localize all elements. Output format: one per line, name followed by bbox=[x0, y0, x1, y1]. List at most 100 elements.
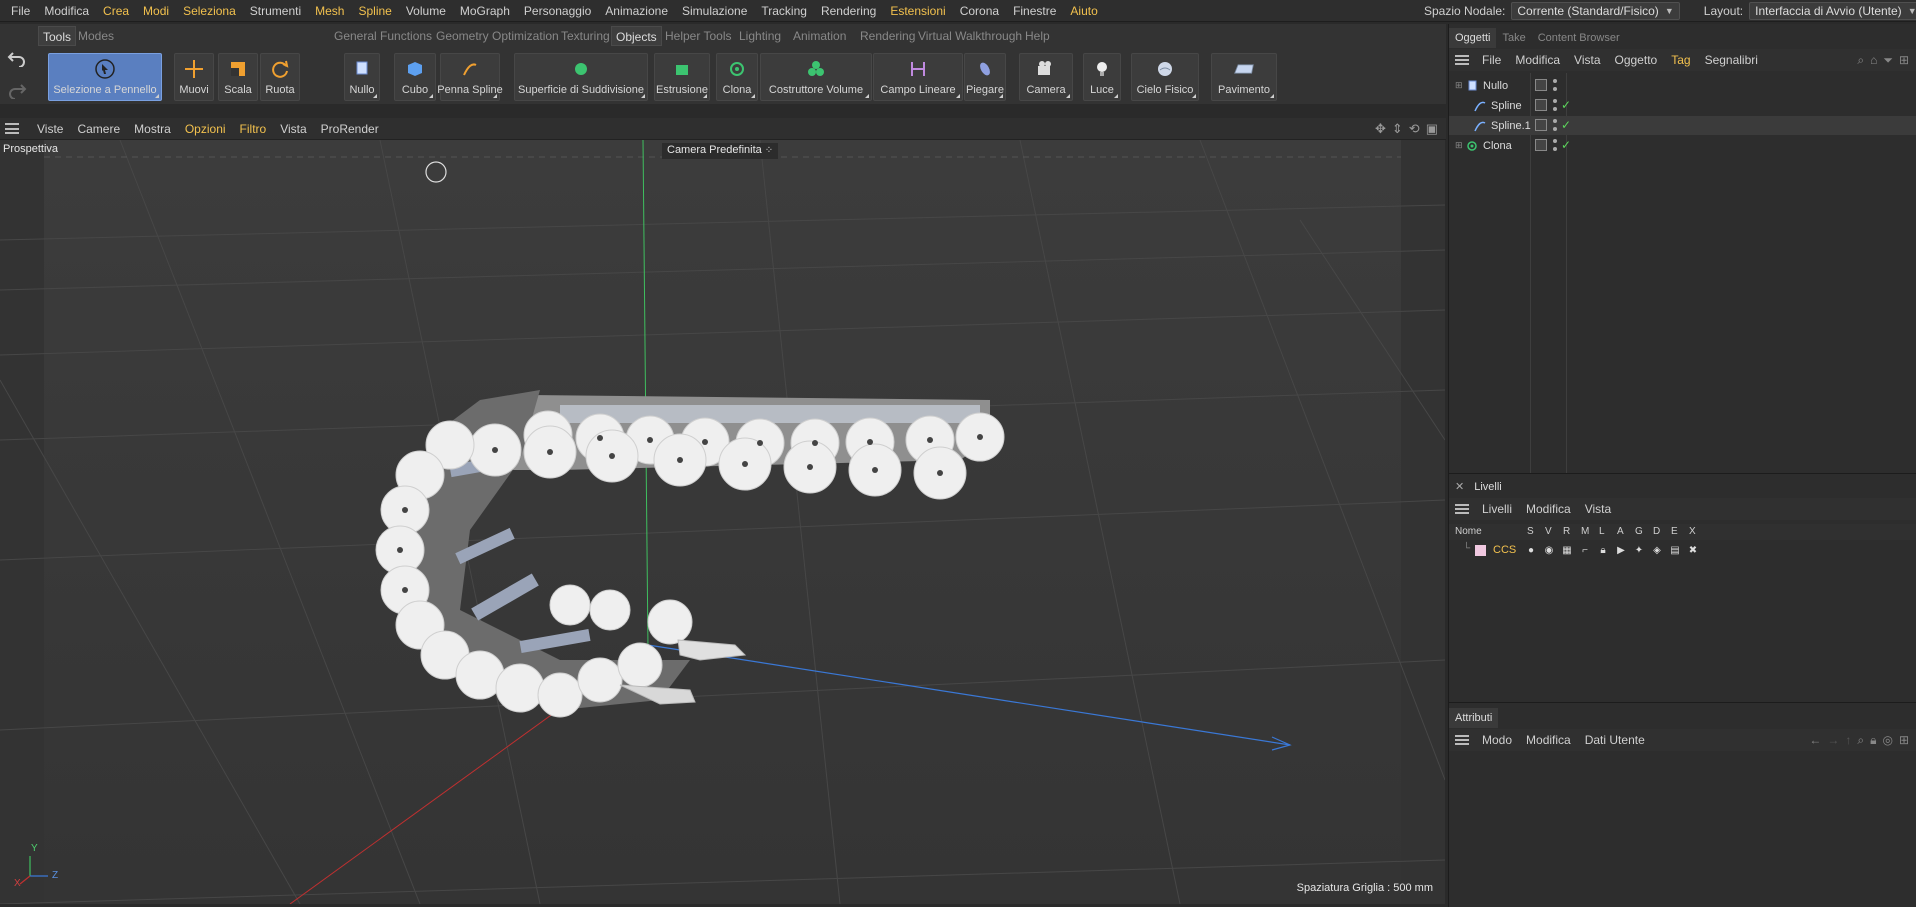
lock-icon[interactable]: 🔒︎ bbox=[1870, 733, 1876, 748]
layers-col-s[interactable]: S bbox=[1527, 526, 1534, 537]
menu-simulazione[interactable]: Simulazione bbox=[675, 0, 754, 22]
layers-col-e[interactable]: E bbox=[1671, 526, 1678, 537]
objects-menu-vista[interactable]: Vista bbox=[1567, 53, 1607, 67]
tab-attributes[interactable]: Attributi bbox=[1449, 708, 1499, 728]
menu-modifica[interactable]: Modifica bbox=[37, 0, 96, 22]
forward-arrow-icon[interactable]: → bbox=[1827, 733, 1839, 748]
visible-icon[interactable]: ◉ bbox=[1543, 545, 1555, 557]
tab-animation[interactable]: Animation bbox=[789, 26, 850, 46]
back-arrow-icon[interactable]: ← bbox=[1809, 733, 1821, 748]
tab-take[interactable]: Take bbox=[1496, 28, 1531, 48]
nullo-button[interactable]: Nullo bbox=[344, 53, 380, 101]
viewport-menu-prorender[interactable]: ProRender bbox=[314, 122, 386, 136]
layer-flag-icon[interactable] bbox=[1535, 139, 1547, 151]
objects-menu-file[interactable]: File bbox=[1475, 53, 1508, 67]
new-window-icon[interactable]: ⊞ bbox=[1899, 53, 1909, 68]
layer-flag-icon[interactable] bbox=[1535, 99, 1547, 111]
viewport-menu-filtro[interactable]: Filtro bbox=[233, 122, 274, 136]
layers-col-l[interactable]: L bbox=[1599, 526, 1605, 537]
generator-icon[interactable]: ✦ bbox=[1633, 545, 1645, 557]
menu-volume[interactable]: Volume bbox=[399, 0, 453, 22]
menu-corona[interactable]: Corona bbox=[953, 0, 1006, 22]
object-row-clona[interactable]: ⊞ Clona ✓ bbox=[1449, 136, 1916, 155]
orbit-icon[interactable]: ⟲ bbox=[1409, 121, 1420, 137]
menu-mograph[interactable]: MoGraph bbox=[453, 0, 517, 22]
enabled-check-icon[interactable]: ✓ bbox=[1561, 98, 1571, 112]
new-window-icon[interactable]: ⊞ bbox=[1899, 733, 1909, 748]
piegare-button[interactable]: Piegare bbox=[964, 53, 1006, 101]
camera-label[interactable]: Camera Predefinita ⁘ bbox=[662, 143, 779, 159]
objects-menu-segnalibri[interactable]: Segnalibri bbox=[1698, 53, 1765, 67]
menu-tracking[interactable]: Tracking bbox=[754, 0, 814, 22]
estrusione-button[interactable]: Estrusione bbox=[654, 53, 710, 101]
tab-lighting[interactable]: Lighting bbox=[735, 26, 785, 46]
menu-rendering[interactable]: Rendering bbox=[814, 0, 883, 22]
search-icon[interactable]: ⌕ bbox=[1857, 733, 1864, 748]
viewport-menu-mostra[interactable]: Mostra bbox=[127, 122, 178, 136]
tab-modes[interactable]: Modes bbox=[74, 26, 118, 46]
object-row-spline[interactable]: Spline ✓ bbox=[1449, 96, 1916, 115]
tree-expand-icon[interactable]: ⊞ bbox=[1455, 140, 1465, 151]
visibility-dots-icon[interactable] bbox=[1553, 119, 1557, 131]
xref-icon[interactable]: ✖ bbox=[1687, 545, 1699, 557]
hamburger-icon[interactable] bbox=[1455, 55, 1469, 65]
enabled-check-icon[interactable]: ✓ bbox=[1561, 138, 1571, 152]
layers-menu-vista[interactable]: Vista bbox=[1578, 502, 1618, 516]
attributes-menu-modo[interactable]: Modo bbox=[1475, 733, 1519, 747]
up-arrow-icon[interactable]: ↑ bbox=[1845, 733, 1851, 748]
layers-col-m[interactable]: M bbox=[1581, 526, 1589, 537]
pavimento-button[interactable]: Pavimento bbox=[1211, 53, 1277, 101]
layers-col-v[interactable]: V bbox=[1545, 526, 1552, 537]
layer-flag-icon[interactable] bbox=[1535, 79, 1547, 91]
tab-virtual-walkthrough[interactable]: Virtual Walkthrough bbox=[914, 26, 1026, 46]
filter-icon[interactable]: ⏷ bbox=[1883, 53, 1893, 68]
menu-mesh[interactable]: Mesh bbox=[308, 0, 351, 22]
maximize-view-icon[interactable]: ▣ bbox=[1426, 121, 1438, 137]
camera-button[interactable]: Camera bbox=[1019, 53, 1073, 101]
viewport-menu-camere[interactable]: Camere bbox=[70, 122, 127, 136]
object-row-spline-1[interactable]: Spline.1 ✓ bbox=[1449, 116, 1916, 135]
manager-icon[interactable]: ⌐ bbox=[1579, 545, 1591, 557]
hamburger-icon[interactable] bbox=[1455, 735, 1469, 745]
menu-seleziona[interactable]: Seleziona bbox=[176, 0, 243, 22]
target-icon[interactable]: ◎ bbox=[1882, 733, 1892, 748]
attributes-menu-modifica[interactable]: Modifica bbox=[1519, 733, 1578, 747]
deformer-icon[interactable]: ◈ bbox=[1651, 545, 1663, 557]
tab-general-functions[interactable]: General Functions bbox=[330, 26, 436, 46]
tab-tools[interactable]: Tools bbox=[38, 26, 77, 46]
menu-file[interactable]: File bbox=[4, 0, 37, 22]
costruttore-volume-button[interactable]: Costruttore Volume bbox=[760, 53, 872, 101]
dolly-icon[interactable]: ⇕ bbox=[1392, 121, 1403, 137]
layer-name[interactable]: CCS bbox=[1493, 544, 1516, 556]
layers-menu-modifica[interactable]: Modifica bbox=[1519, 502, 1578, 516]
close-icon[interactable]: ✕ bbox=[1455, 480, 1464, 493]
menu-strumenti[interactable]: Strumenti bbox=[243, 0, 308, 22]
render-icon[interactable]: ▦ bbox=[1561, 545, 1573, 557]
object-name[interactable]: Spline.1 bbox=[1491, 120, 1531, 132]
attributes-menu-dati-utente[interactable]: Dati Utente bbox=[1578, 733, 1652, 747]
menu-crea[interactable]: Crea bbox=[96, 0, 136, 22]
scale-button[interactable]: Scala bbox=[218, 53, 258, 101]
tab-geometry-optimization[interactable]: Geometry Optimization bbox=[432, 26, 563, 46]
layers-col-d[interactable]: D bbox=[1653, 526, 1660, 537]
layers-menu-livelli[interactable]: Livelli bbox=[1475, 502, 1519, 516]
object-name[interactable]: Spline bbox=[1491, 100, 1522, 112]
tab-helper-tools[interactable]: Helper Tools bbox=[661, 26, 735, 46]
objects-menu-modifica[interactable]: Modifica bbox=[1508, 53, 1567, 67]
animation-icon[interactable]: ▶ bbox=[1615, 545, 1627, 557]
layers-col-r[interactable]: R bbox=[1563, 526, 1570, 537]
hamburger-icon[interactable] bbox=[5, 123, 19, 134]
cubo-button[interactable]: Cubo bbox=[394, 53, 436, 101]
undo-button[interactable] bbox=[4, 44, 30, 70]
menu-personaggio[interactable]: Personaggio bbox=[517, 0, 598, 22]
tab-content-browser[interactable]: Content Browser bbox=[1532, 28, 1626, 48]
menu-aiuto[interactable]: Aiuto bbox=[1063, 0, 1104, 22]
viewport-menu-opzioni[interactable]: Opzioni bbox=[178, 122, 233, 136]
layers-col-g[interactable]: G bbox=[1635, 526, 1643, 537]
visibility-dots-icon[interactable] bbox=[1553, 79, 1557, 91]
viewport-menu-vista[interactable]: Vista bbox=[273, 122, 313, 136]
node-space-dropdown[interactable]: Corrente (Standard/Fisico) ▼ bbox=[1511, 2, 1680, 20]
move-button[interactable]: Muovi bbox=[174, 53, 214, 101]
solo-icon[interactable]: ● bbox=[1525, 545, 1537, 557]
menu-modi[interactable]: Modi bbox=[136, 0, 176, 22]
